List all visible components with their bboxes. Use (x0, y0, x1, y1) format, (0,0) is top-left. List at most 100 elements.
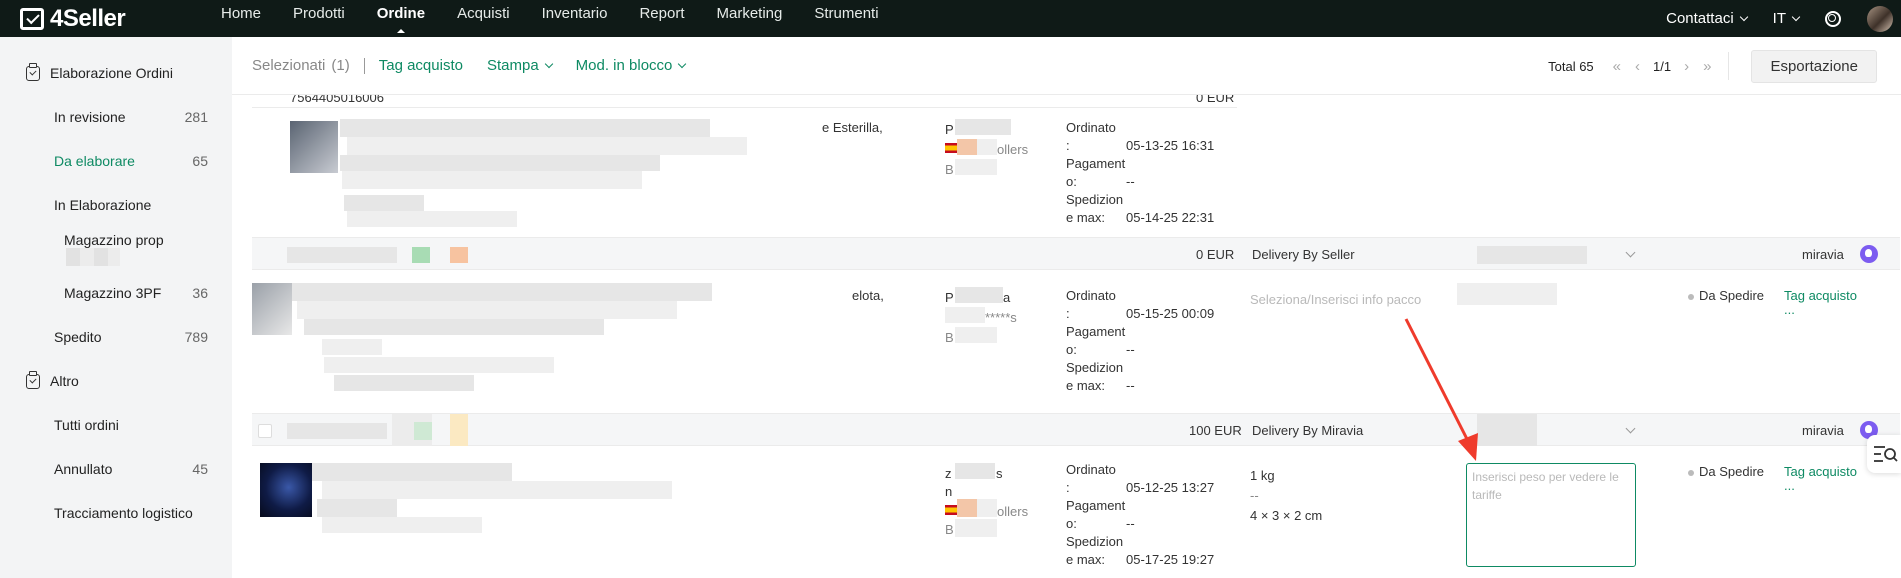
redacted-text (334, 375, 474, 391)
redacted-text (340, 155, 660, 171)
tag-color-swatch (450, 247, 468, 263)
channel-name: miravia (1802, 247, 1844, 262)
last-page-icon[interactable]: » (1703, 58, 1711, 75)
sidebar-item-count: 36 (192, 285, 208, 301)
prev-page-icon[interactable]: ‹ (1635, 58, 1640, 75)
bulk-edit-dropdown[interactable]: Mod. in blocco (576, 57, 687, 74)
sidebar-item-annullato[interactable]: Annullato 45 (0, 447, 232, 491)
sidebar-item-label: Da elaborare (54, 153, 135, 169)
order-amount: 100 EUR (1189, 423, 1242, 438)
gear-icon[interactable] (1825, 10, 1841, 27)
redacted-text (317, 499, 397, 517)
sidebar-item-tracciamento[interactable]: Tracciamento logistico (0, 491, 232, 535)
sidebar-item-magazzino-3pf[interactable]: Magazzino 3PF 36 (0, 271, 232, 315)
nav-inventario[interactable]: Inventario (526, 0, 624, 37)
sidebar-item-label: Magazzino 3PF (64, 285, 162, 301)
redacted-text (322, 339, 382, 355)
divider (1728, 52, 1730, 80)
next-page-icon[interactable]: › (1684, 58, 1689, 75)
divider (252, 107, 1237, 108)
contact-dropdown[interactable]: Contattaci (1666, 10, 1748, 27)
ship-deadline: 05-14-25 22:31 (1126, 210, 1215, 225)
row-checkbox[interactable] (258, 424, 272, 438)
ship-deadline: -- (1126, 378, 1135, 393)
sidebar-item-label: Spedito (54, 329, 102, 345)
sidebar-item-da-elaborare[interactable]: Da elaborare 65 (0, 139, 232, 183)
selected-count: (1) (331, 57, 350, 74)
redacted-text (297, 301, 677, 319)
tag-acquisto-button[interactable]: Tag acquisto (379, 57, 463, 74)
page-indicator: 1/1 (1653, 58, 1672, 74)
sidebar-item-tutti-ordini[interactable]: Tutti ordini (0, 403, 232, 447)
sidebar-item-magazzino-prop[interactable]: Magazzino prop (0, 227, 232, 271)
delivery-method: Delivery By Seller (1252, 247, 1355, 262)
tag-acquisto-link[interactable]: Tag acquisto (1784, 287, 1857, 305)
sidebar-item-count: 65 (192, 153, 208, 169)
sidebar-item-in-elaborazione[interactable]: In Elaborazione (0, 183, 232, 227)
sidebar-item-count: 45 (192, 461, 208, 477)
status-badge: Da Spedire (1688, 287, 1764, 305)
miravia-icon (1860, 245, 1878, 263)
total-count: Total 65 (1548, 58, 1594, 74)
chevron-down-icon (678, 59, 687, 69)
list-search-icon (1874, 446, 1898, 462)
redacted-text (945, 307, 985, 323)
package-dimensions: 4 × 3 × 2 cm (1250, 508, 1323, 523)
top-nav-bar: 4Seller Home Prodotti Ordine Acquisti In… (0, 0, 1901, 37)
export-button[interactable]: Esportazione (1751, 49, 1877, 83)
sidebar-group-label: Elaborazione Ordini (50, 65, 173, 81)
package-info-select[interactable]: Seleziona/Inserisci info pacco (1250, 291, 1421, 309)
more-actions[interactable]: ... (1784, 477, 1795, 495)
date-labels: Ordinato : Pagament o: Spedizion e max: (1066, 120, 1126, 225)
channel-name: miravia (1802, 423, 1844, 438)
chevron-down-icon (544, 59, 553, 69)
stampa-dropdown[interactable]: Stampa (487, 57, 553, 74)
order-number: 7564405016006 (290, 95, 384, 105)
first-page-icon[interactable]: « (1613, 58, 1621, 75)
sidebar-item-label: In revisione (54, 109, 126, 125)
clipboard-icon (26, 370, 40, 389)
buyer-label: B (945, 330, 954, 345)
logo[interactable]: 4Seller (20, 5, 205, 33)
product-thumbnail (252, 283, 292, 335)
nav-strumenti[interactable]: Strumenti (798, 0, 894, 37)
buyer-name: P (945, 122, 954, 137)
language-dropdown[interactable]: IT (1773, 10, 1801, 27)
nav-acquisti[interactable]: Acquisti (441, 0, 526, 37)
package-dash: -- (1250, 488, 1259, 503)
filter-search-tool[interactable] (1867, 435, 1901, 473)
nav-ordine[interactable]: Ordine (361, 0, 441, 37)
tag-acquisto-link[interactable]: Tag acquisto (1784, 463, 1857, 481)
clipboard-icon (26, 62, 40, 81)
date-labels: Ordinato : Pagament o: Spedizion e max: (1066, 288, 1126, 393)
arrow-annotation-icon (1404, 318, 1478, 461)
chevron-down-icon[interactable] (1625, 423, 1636, 434)
payment-date: -- (1126, 174, 1135, 189)
redacted-text (955, 159, 997, 175)
nav-marketing[interactable]: Marketing (701, 0, 799, 37)
sidebar-group-altro[interactable]: Altro (0, 359, 232, 403)
tag-color-swatch (412, 247, 430, 263)
redacted-text (347, 137, 747, 155)
redacted-text (957, 499, 977, 517)
buyer-name-2: n (945, 484, 953, 499)
chevron-down-icon[interactable] (1625, 247, 1636, 258)
status-dot (1688, 469, 1694, 476)
avatar[interactable] (1867, 5, 1893, 32)
ship-deadline: 05-17-25 19:27 (1126, 552, 1215, 567)
address-text: e Esterilla, (822, 120, 883, 135)
nav-home[interactable]: Home (205, 0, 277, 37)
sidebar-item-in-revisione[interactable]: In revisione 281 (0, 95, 232, 139)
weight-placeholder: Inserisci peso per vedere le tariffe (1472, 470, 1619, 502)
weight-input[interactable]: Inserisci peso per vedere le tariffe (1466, 463, 1636, 567)
tag-color-swatch (450, 414, 468, 446)
buyer-name: P (945, 290, 954, 305)
nav-report[interactable]: Report (623, 0, 700, 37)
sidebar-group-elaborazione[interactable]: Elaborazione Ordini (0, 51, 232, 95)
divider (363, 57, 365, 74)
ordered-date: 05-13-25 16:31 (1126, 138, 1215, 153)
more-actions[interactable]: ... (1784, 301, 1795, 319)
sidebar-item-spedito[interactable]: Spedito 789 (0, 315, 232, 359)
sidebar-item-label: In Elaborazione (54, 197, 152, 213)
nav-prodotti[interactable]: Prodotti (277, 0, 361, 37)
